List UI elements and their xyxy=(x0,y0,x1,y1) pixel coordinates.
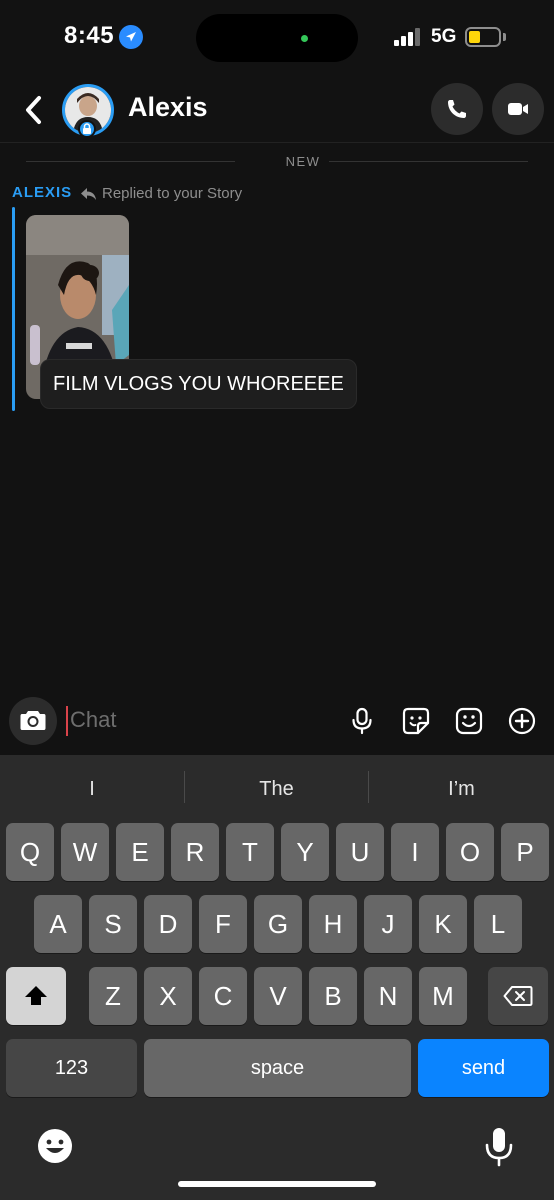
key-r[interactable]: R xyxy=(171,823,219,881)
key-c[interactable]: C xyxy=(199,967,247,1025)
location-arrow-icon xyxy=(119,25,143,49)
keyboard: I The I’m Q W E R T Y U I O P A S D F G … xyxy=(0,755,554,1200)
signal-bars-icon xyxy=(394,28,422,46)
chat-header: Alexis xyxy=(0,78,554,142)
key-x[interactable]: X xyxy=(144,967,192,1025)
key-z[interactable]: Z xyxy=(89,967,137,1025)
key-n[interactable]: N xyxy=(364,967,412,1025)
key-i[interactable]: I xyxy=(391,823,439,881)
key-p[interactable]: P xyxy=(501,823,549,881)
message-sender: ALEXIS xyxy=(12,184,73,201)
gallery-icon[interactable] xyxy=(455,707,483,735)
key-f[interactable]: F xyxy=(199,895,247,953)
home-indicator[interactable] xyxy=(178,1181,376,1187)
back-chevron-icon[interactable] xyxy=(20,92,48,128)
key-g[interactable]: G xyxy=(254,895,302,953)
battery-tip xyxy=(503,33,506,41)
key-m[interactable]: M xyxy=(419,967,467,1025)
header-divider xyxy=(0,142,554,143)
shift-key[interactable] xyxy=(6,967,66,1025)
lock-icon xyxy=(78,120,96,138)
chat-input-bar xyxy=(0,690,554,754)
key-j[interactable]: J xyxy=(364,895,412,953)
dictation-icon[interactable] xyxy=(483,1126,515,1168)
voice-call-button[interactable] xyxy=(431,83,483,135)
key-v[interactable]: V xyxy=(254,967,302,1025)
chat-input[interactable] xyxy=(70,700,330,740)
phone-icon xyxy=(448,100,466,118)
emoji-icon[interactable] xyxy=(36,1127,74,1165)
key-d[interactable]: D xyxy=(144,895,192,953)
delete-icon xyxy=(503,986,533,1006)
camera-in-use-indicator xyxy=(301,35,308,42)
contact-name[interactable]: Alexis xyxy=(128,92,208,123)
key-a[interactable]: A xyxy=(34,895,82,953)
message-text: FILM VLOGS YOU WHOREEEE xyxy=(40,359,357,409)
separator-line-right xyxy=(329,161,528,162)
key-u[interactable]: U xyxy=(336,823,384,881)
dynamic-island xyxy=(196,14,358,62)
key-b[interactable]: B xyxy=(309,967,357,1025)
suggestion-3[interactable]: I’m xyxy=(369,773,554,805)
thread-indicator-bar xyxy=(12,207,15,411)
network-type: 5G xyxy=(431,26,457,47)
sticker-icon[interactable] xyxy=(402,707,430,735)
key-k[interactable]: K xyxy=(419,895,467,953)
plus-circle-icon[interactable] xyxy=(508,707,536,735)
key-w[interactable]: W xyxy=(61,823,109,881)
key-s[interactable]: S xyxy=(89,895,137,953)
camera-button[interactable] xyxy=(9,697,57,745)
battery-level-fill xyxy=(469,31,480,43)
reply-context: Replied to your Story xyxy=(102,185,243,202)
separator-line-left xyxy=(26,161,235,162)
camera-icon xyxy=(20,711,46,730)
suggestion-1[interactable]: I xyxy=(0,773,184,805)
suggestion-2[interactable]: The xyxy=(185,773,368,805)
text-cursor xyxy=(66,706,68,736)
key-h[interactable]: H xyxy=(309,895,357,953)
status-time: 8:45 xyxy=(64,22,115,49)
numbers-key[interactable]: 123 xyxy=(6,1039,137,1097)
key-q[interactable]: Q xyxy=(6,823,54,881)
battery-icon xyxy=(465,27,501,47)
delete-key[interactable] xyxy=(488,967,548,1025)
space-key[interactable]: space xyxy=(144,1039,411,1097)
send-key[interactable]: send xyxy=(418,1039,549,1097)
key-l[interactable]: L xyxy=(474,895,522,953)
key-o[interactable]: O xyxy=(446,823,494,881)
status-bar: 8:45 5G xyxy=(0,0,554,78)
shift-icon xyxy=(25,986,47,1005)
key-e[interactable]: E xyxy=(116,823,164,881)
key-t[interactable]: T xyxy=(226,823,274,881)
video-call-button[interactable] xyxy=(492,83,544,135)
key-y[interactable]: Y xyxy=(281,823,329,881)
new-messages-separator: NEW xyxy=(26,152,528,172)
reply-arrow-icon xyxy=(80,186,98,207)
microphone-icon[interactable] xyxy=(348,707,376,735)
video-camera-icon xyxy=(508,103,528,115)
